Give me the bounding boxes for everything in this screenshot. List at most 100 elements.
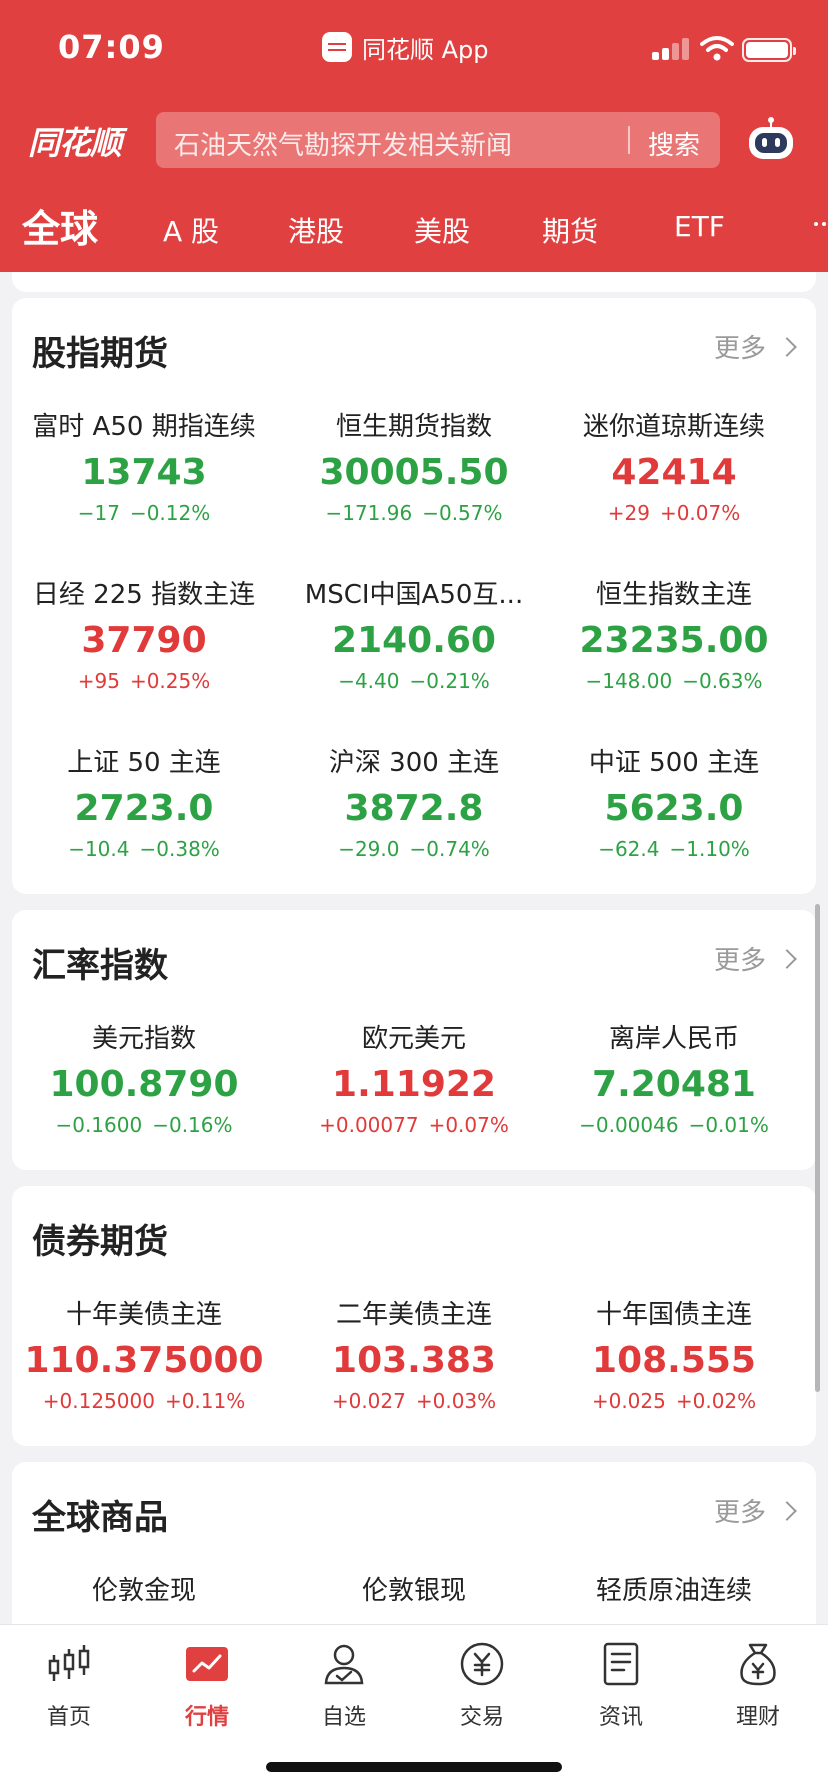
tab-global[interactable]: 全球 <box>22 198 98 253</box>
quote-price: 37790 <box>81 620 207 661</box>
change-amount: +0.027 <box>331 1389 406 1413</box>
search-button[interactable]: 搜索 <box>648 125 700 162</box>
change-amount: +0.125000 <box>42 1389 155 1413</box>
quote-name: 上证 50 主连 <box>67 748 221 778</box>
quote-item[interactable]: 十年美债主连 110.375000 +0.125000 +0.11% <box>14 1294 274 1413</box>
change-percent: −0.21% <box>409 669 490 693</box>
change-amount: −17 <box>77 501 120 525</box>
app-name: 同花顺 App <box>362 35 489 64</box>
quote-price: 42414 <box>611 452 737 493</box>
change-amount: −0.00046 <box>579 1113 679 1137</box>
quote-item[interactable]: 恒生指数主连 23235.00 −148.00 −0.63% <box>544 574 804 693</box>
nav-label: 资讯 <box>598 1705 643 1730</box>
nav-watchlist[interactable]: 自选 <box>299 1641 389 1731</box>
status-bar: 07:09 同花顺 App <box>0 0 828 96</box>
robot-assistant-icon[interactable] <box>746 116 796 162</box>
change-percent: +0.07% <box>428 1113 509 1137</box>
quote-name: 恒生指数主连 <box>595 580 752 610</box>
quote-change: −0.00046 −0.01% <box>544 1113 804 1137</box>
quote-price: 2140.60 <box>332 620 496 661</box>
quote-item[interactable]: 轻质原油连续 <box>544 1570 804 1607</box>
change-amount: +0.00077 <box>319 1113 419 1137</box>
previous-card <box>12 272 816 292</box>
cellular-signal-icon <box>652 38 692 60</box>
nav-label: 行情 <box>184 1705 229 1730</box>
market-tabs: 全球 A 股 港股 美股 期货 ETF <box>0 196 828 258</box>
back-to-app-indicator[interactable]: 同花顺 App <box>322 30 489 64</box>
quote-name: 伦敦金现 <box>91 1576 196 1606</box>
section-title: 汇率指数 <box>32 946 168 986</box>
quote-item[interactable]: 上证 50 主连 2723.0 −10.4 −0.38% <box>14 742 274 861</box>
change-percent: +0.25% <box>129 669 211 693</box>
tabs-overflow-indicator <box>784 196 828 258</box>
tab-us-stocks[interactable]: 美股 <box>414 210 470 250</box>
quote-name: 十年国债主连 <box>595 1300 752 1330</box>
fx-index-card: 汇率指数 更多 美元指数 100.8790 −0.1600 −0.16% 欧元美元… <box>12 910 816 1170</box>
change-amount: −29.0 <box>338 837 400 861</box>
more-link[interactable]: 更多 <box>714 940 797 977</box>
quote-item[interactable]: 富时 A50 期指连续 13743 −17 −0.12% <box>14 406 274 525</box>
scrollbar[interactable] <box>815 904 820 1392</box>
quote-item[interactable]: 二年美债主连 103.383 +0.027 +0.03% <box>284 1294 544 1413</box>
tab-etf[interactable]: ETF <box>674 210 725 243</box>
search-input[interactable]: 石油天然气勘探开发相关新闻 搜索 <box>156 112 720 168</box>
quote-change: +0.025 +0.02% <box>544 1389 804 1413</box>
global-commodities-card: 全球商品 更多 伦敦金现 伦敦银现 轻质原油连续 <box>12 1462 816 1624</box>
quote-name: 离岸人民币 <box>608 1024 739 1054</box>
quote-item[interactable]: 伦敦银现 <box>284 1570 544 1607</box>
change-percent: +0.11% <box>164 1389 246 1413</box>
quote-change: +95 +0.25% <box>14 669 274 693</box>
search-placeholder: 石油天然气勘探开发相关新闻 <box>174 131 513 161</box>
app-icon <box>322 32 352 62</box>
index-futures-card: 股指期货 更多 富时 A50 期指连续 13743 −17 −0.12% 恒生期货… <box>12 298 816 894</box>
quote-name: 中证 500 主连 <box>588 748 760 778</box>
change-amount: +95 <box>77 669 120 693</box>
quote-change: +0.125000 +0.11% <box>14 1389 274 1413</box>
quote-item[interactable]: 恒生期货指数 30005.50 −171.96 −0.57% <box>284 406 544 525</box>
quote-item[interactable]: 欧元美元 1.11922 +0.00077 +0.07% <box>284 1018 544 1137</box>
quote-price: 23235.00 <box>579 620 769 661</box>
quote-change: +0.027 +0.03% <box>284 1389 544 1413</box>
quote-item[interactable]: MSCI中国A50互... 2140.60 −4.40 −0.21% <box>284 574 544 693</box>
quote-item[interactable]: 沪深 300 主连 3872.8 −29.0 −0.74% <box>284 742 544 861</box>
change-percent: −0.16% <box>152 1113 233 1137</box>
more-link[interactable]: 更多 <box>713 1492 797 1529</box>
money-bag-icon <box>740 1643 776 1686</box>
quote-change: −0.1600 −0.16% <box>14 1113 274 1137</box>
nav-trade[interactable]: 交易 <box>437 1641 527 1731</box>
quote-item[interactable]: 日经 225 指数主连 37790 +95 +0.25% <box>14 574 274 693</box>
nav-label: 理财 <box>735 1705 780 1730</box>
nav-news[interactable]: 资讯 <box>576 1641 666 1731</box>
change-percent: +0.03% <box>415 1389 497 1413</box>
quote-item[interactable]: 美元指数 100.8790 −0.1600 −0.16% <box>14 1018 274 1137</box>
tab-hk-stocks[interactable]: 港股 <box>288 210 344 250</box>
quote-name: 富时 A50 期指连续 <box>32 412 256 442</box>
quote-name: 迷你道琼斯连续 <box>582 412 765 442</box>
nav-market[interactable]: 行情 <box>162 1641 252 1731</box>
quote-item[interactable]: 离岸人民币 7.20481 −0.00046 −0.01% <box>544 1018 804 1137</box>
nav-wealth[interactable]: 理财 <box>713 1641 803 1731</box>
nav-home[interactable]: 首页 <box>24 1641 114 1731</box>
news-document-icon <box>603 1642 639 1686</box>
quote-change: +29 +0.07% <box>544 501 804 525</box>
more-label: 更多 <box>713 334 766 364</box>
candlestick-icon <box>48 1645 90 1681</box>
section-title: 全球商品 <box>32 1498 168 1538</box>
quote-name: 沪深 300 主连 <box>328 748 500 778</box>
chevron-right-icon <box>777 1500 797 1521</box>
quote-name: MSCI中国A50互... <box>304 580 524 610</box>
wifi-icon <box>700 36 734 61</box>
more-link[interactable]: 更多 <box>713 328 797 365</box>
quote-item[interactable]: 伦敦金现 <box>14 1570 274 1607</box>
more-label: 更多 <box>713 1498 766 1528</box>
home-indicator[interactable] <box>266 1762 562 1772</box>
quote-item[interactable]: 中证 500 主连 5623.0 −62.4 −1.10% <box>544 742 804 861</box>
quote-price: 7.20481 <box>592 1064 756 1105</box>
tab-futures[interactable]: 期货 <box>542 210 598 250</box>
quote-item[interactable]: 十年国债主连 108.555 +0.025 +0.02% <box>544 1294 804 1413</box>
change-amount: +0.025 <box>591 1389 666 1413</box>
battery-icon <box>742 38 796 62</box>
tab-a-shares[interactable]: A 股 <box>163 210 219 250</box>
quote-item[interactable]: 迷你道琼斯连续 42414 +29 +0.07% <box>544 406 804 525</box>
market-content[interactable]: 股指期货 更多 富时 A50 期指连续 13743 −17 −0.12% 恒生期货… <box>0 272 828 1624</box>
